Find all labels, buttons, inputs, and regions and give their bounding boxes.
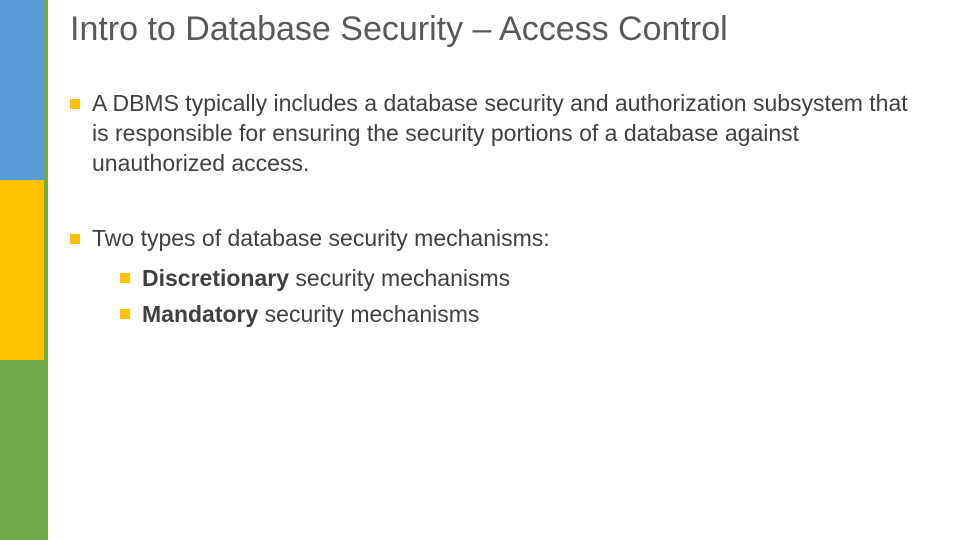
sidebar-block-yellow (0, 180, 44, 360)
slide-content: Intro to Database Security – Access Cont… (70, 10, 930, 375)
sidebar-vertical-line (44, 0, 48, 540)
bullet-item: Two types of database security mechanism… (70, 224, 930, 330)
sub-bullet-item: Mandatory security mechanisms (120, 298, 930, 330)
sub-bullet-rest: security mechanisms (289, 265, 510, 291)
sub-bullet-list: Discretionary security mechanisms Mandat… (120, 262, 930, 330)
sidebar (0, 0, 44, 540)
sub-bullet-rest: security mechanisms (258, 301, 479, 327)
sub-bullet-bold: Discretionary (142, 265, 289, 291)
bullet-text: Two types of database security mechanism… (92, 225, 550, 251)
bullet-text: A DBMS typically includes a database sec… (92, 90, 908, 176)
sidebar-block-blue (0, 0, 44, 180)
bullet-list: A DBMS typically includes a database sec… (70, 89, 930, 330)
sub-bullet-bold: Mandatory (142, 301, 258, 327)
bullet-item: A DBMS typically includes a database sec… (70, 89, 930, 179)
slide-title: Intro to Database Security – Access Cont… (70, 10, 930, 49)
sub-bullet-item: Discretionary security mechanisms (120, 262, 930, 294)
sidebar-block-green (0, 360, 44, 540)
